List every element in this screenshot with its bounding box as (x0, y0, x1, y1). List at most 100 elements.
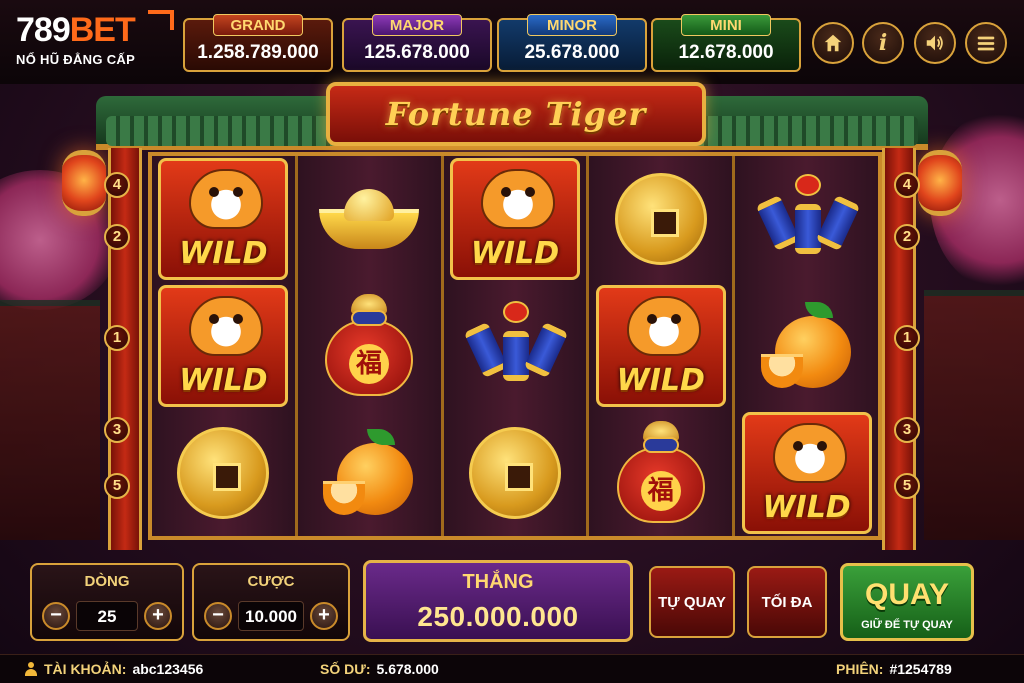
jackpot-major-value: 125.678.000 (364, 42, 470, 63)
reel-column: WILD (735, 156, 878, 536)
brand-logo: 789BET NỔ HŨ ĐẲNG CẤP (16, 10, 174, 67)
bet-stepper: − 10.000 + (204, 599, 338, 633)
reel-cell (298, 409, 441, 536)
fu-glyph: 福 (349, 344, 390, 384)
jackpot-mini-value: 12.678.000 (678, 42, 774, 63)
bet-label: CƯỢC (247, 573, 295, 590)
gold-coin-symbol (468, 426, 561, 519)
bet-value: 10.000 (238, 601, 304, 631)
reel-column: WILD (443, 156, 590, 536)
win-display: THẮNG 250.000.000 (363, 560, 633, 642)
balance-info: SỐ DƯ: 5.678.000 (320, 661, 439, 677)
balance-value: 5.678.000 (376, 661, 439, 677)
balance-label: SỐ DƯ: (320, 661, 371, 677)
jackpot-major-label: MAJOR (372, 14, 462, 36)
payline-marker-left[interactable]: 4 (104, 172, 130, 198)
payline-marker-right[interactable]: 2 (894, 224, 920, 250)
home-button[interactable] (812, 22, 854, 64)
wild-tiger-symbol: WILD (158, 285, 289, 407)
wild-label: WILD (179, 363, 268, 398)
menu-icon (977, 36, 995, 51)
win-value: 250.000.000 (417, 601, 579, 632)
reel-cell (444, 409, 587, 536)
wild-tiger-symbol: WILD (741, 411, 872, 534)
jackpot-grand-value: 1.258.789.000 (197, 42, 319, 63)
tiger-icon (189, 296, 264, 356)
spin-button[interactable]: QUAY GIỮ ĐỂ TỰ QUAY (840, 563, 974, 641)
fu-glyph: 福 (640, 470, 681, 511)
account-value: abc123456 (132, 661, 204, 677)
win-label: THẮNG (462, 571, 534, 593)
payline-marker-right[interactable]: 1 (894, 325, 920, 351)
bet-increase-button[interactable]: + (310, 602, 338, 630)
tiger-icon (772, 422, 847, 483)
info-button[interactable]: i (862, 22, 904, 64)
payline-marker-left[interactable]: 2 (104, 224, 130, 250)
game-title-plaque: Fortune Tiger (326, 82, 706, 146)
logo-brand: BET (69, 11, 136, 49)
gold-coin-symbol (614, 173, 707, 266)
lines-value: 25 (76, 601, 138, 631)
firecrackers-symbol (755, 174, 860, 264)
tiger-icon (626, 296, 701, 356)
jackpot-mini-label: MINI (681, 14, 771, 36)
reel-column: WILD 福 (589, 156, 736, 536)
reel-column: WILD WILD (152, 156, 298, 536)
reel-cell: 福 (298, 283, 441, 410)
payline-marker-left[interactable]: 1 (104, 325, 130, 351)
brand-tagline: NỔ HŨ ĐẲNG CẤP (16, 52, 136, 67)
gold-coin-symbol (177, 426, 270, 519)
reel-cell: WILD (589, 283, 732, 410)
wild-label: WILD (470, 236, 560, 272)
reel-column: 福 (297, 156, 444, 536)
jackpot-grand: GRAND 1.258.789.000 (183, 14, 333, 72)
logo-number: 789 (16, 11, 71, 49)
jackpot-minor-value: 25.678.000 (524, 42, 620, 63)
session-label: PHIÊN: (836, 661, 884, 677)
account-info: TÀI KHOẢN: abc123456 (24, 661, 203, 677)
home-icon (824, 34, 842, 52)
game-title: Fortune Tiger (385, 95, 647, 133)
user-icon (24, 662, 38, 676)
reel-cell (152, 409, 295, 536)
spin-hint: GIỮ ĐỂ TỰ QUAY (861, 619, 953, 631)
lines-decrease-button[interactable]: − (42, 602, 70, 630)
payline-marker-right[interactable]: 5 (894, 473, 920, 499)
speaker-icon (926, 35, 943, 51)
pagoda-left (0, 300, 100, 540)
orange-symbol (760, 300, 853, 392)
reel-frame: Fortune Tiger 4 2 1 3 5 4 2 1 3 5 WILD WI… (96, 82, 928, 552)
lucky-bag-symbol: 福 (321, 294, 417, 398)
payline-marker-left[interactable]: 5 (104, 473, 130, 499)
autospin-button[interactable]: TỰ QUAY (649, 566, 735, 638)
lines-label: DÒNG (84, 573, 130, 590)
jackpot-grand-label: GRAND (213, 14, 303, 36)
bet-control: CƯỢC − 10.000 + (192, 563, 350, 641)
menu-button[interactable] (965, 22, 1007, 64)
payline-marker-right[interactable]: 3 (894, 417, 920, 443)
reel-grid: WILD WILD 福 WILD WILD 福 WILD (148, 152, 882, 540)
reel-cell (735, 156, 878, 283)
tiger-icon (189, 169, 264, 230)
pagoda-right (924, 290, 1024, 540)
account-label: TÀI KHOẢN: (44, 661, 127, 677)
jackpot-mini: MINI 12.678.000 (651, 14, 801, 72)
reel-cell: 福 (589, 409, 732, 536)
wild-label: WILD (179, 236, 268, 272)
reel-cell: WILD (152, 283, 295, 410)
sound-button[interactable] (914, 22, 956, 64)
orange-symbol (323, 427, 415, 519)
gold-ingot-symbol (319, 189, 420, 250)
payline-marker-left[interactable]: 3 (104, 417, 130, 443)
wild-tiger-symbol: WILD (449, 158, 580, 281)
max-bet-button[interactable]: TỐI ĐA (747, 566, 827, 638)
info-icon: i (878, 30, 888, 56)
jackpot-minor: MINOR 25.678.000 (497, 14, 647, 72)
firecrackers-symbol (463, 301, 569, 391)
wild-label: WILD (616, 363, 705, 398)
lines-increase-button[interactable]: + (144, 602, 172, 630)
reel-cell (298, 156, 441, 283)
payline-marker-right[interactable]: 4 (894, 172, 920, 198)
top-bar: 789BET NỔ HŨ ĐẲNG CẤP GRAND 1.258.789.00… (0, 0, 1024, 84)
bet-decrease-button[interactable]: − (204, 602, 232, 630)
